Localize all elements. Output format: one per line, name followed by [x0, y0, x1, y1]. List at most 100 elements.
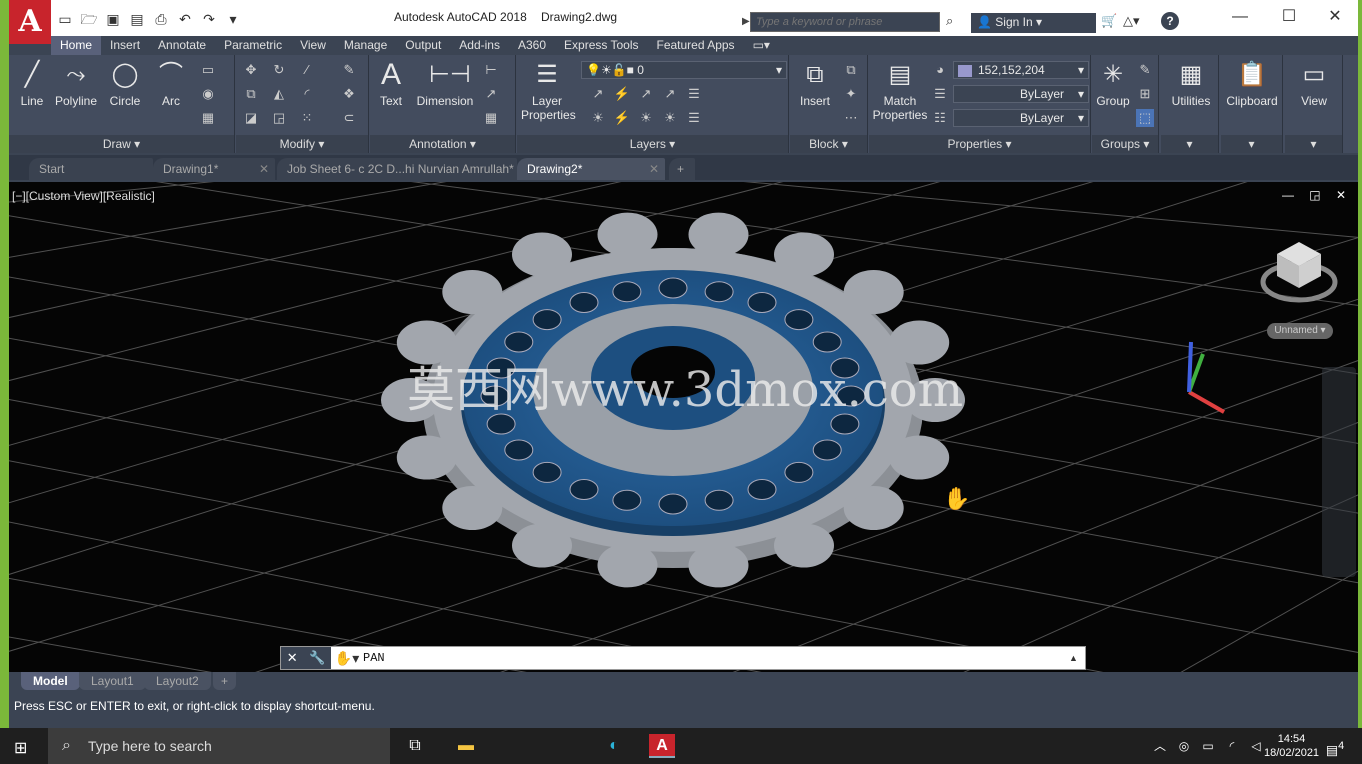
tab-view[interactable]: View: [291, 36, 335, 55]
navigation-bar[interactable]: [1322, 367, 1356, 577]
attribute-icon[interactable]: ⋯: [842, 109, 860, 127]
layers-panel-title[interactable]: Layers ▾: [517, 135, 788, 153]
utilities-panel-expander[interactable]: ▾: [1161, 135, 1218, 153]
viewport-window-controls[interactable]: — ◲ ✕: [1282, 188, 1352, 202]
add-layout-button[interactable]: +: [213, 672, 237, 690]
match-properties-button[interactable]: ▤ Match Properties: [871, 59, 929, 122]
layer-tool-icon[interactable]: ↗: [637, 85, 655, 103]
edge-browser-icon[interactable]: ◐: [601, 734, 627, 758]
sign-in-button[interactable]: 👤 Sign In ▾: [971, 13, 1096, 33]
arc-button[interactable]: ⌒ Arc: [153, 59, 189, 108]
help-icon[interactable]: ?: [1161, 12, 1179, 30]
array-icon[interactable]: ⁙: [298, 109, 316, 127]
group-selection-icon[interactable]: ⬚: [1136, 109, 1154, 127]
close-icon[interactable]: ✕: [259, 158, 269, 180]
polyline-button[interactable]: ⤳ Polyline: [53, 59, 99, 108]
layer-tool-icon[interactable]: ☀: [637, 109, 655, 127]
offset-icon[interactable]: ⊂: [340, 109, 358, 127]
edit-block-icon[interactable]: ✦: [842, 85, 860, 103]
drawing-viewport[interactable]: [−][Custom View][Realistic] — ◲ ✕ 莫西网www…: [9, 182, 1358, 672]
layer-tool-icon[interactable]: ↗: [589, 85, 607, 103]
maximize-icon[interactable]: ☐: [1274, 6, 1304, 28]
layer-tool-icon[interactable]: ☰: [685, 85, 703, 103]
dimension-button[interactable]: ⊢⊣ Dimension: [414, 59, 476, 108]
application-menu-button[interactable]: A: [9, 0, 51, 44]
new-file-icon[interactable]: ▭: [55, 9, 75, 29]
tab-output[interactable]: Output: [396, 36, 450, 55]
tab-add-ins[interactable]: Add-ins: [450, 36, 509, 55]
show-hidden-icons-icon[interactable]: ︿: [1147, 734, 1173, 758]
hatch-icon[interactable]: ◉: [199, 85, 217, 103]
view-panel-expander[interactable]: ▾: [1285, 135, 1342, 153]
viewport-controls-label[interactable]: [−][Custom View][Realistic]: [12, 189, 155, 203]
viewcube[interactable]: [1259, 232, 1339, 312]
task-view-icon[interactable]: ⧉: [402, 734, 428, 758]
file-explorer-icon[interactable]: ▬: [453, 734, 479, 758]
ribbon-options-icon[interactable]: ▭▾: [744, 36, 779, 55]
taskbar-search[interactable]: ⌕ Type here to search: [48, 728, 390, 764]
ucs-menu[interactable]: Unnamed ▾: [1267, 323, 1333, 339]
a360-icon[interactable]: △▾: [1123, 13, 1140, 29]
command-input[interactable]: PAN: [363, 651, 1069, 665]
annotation-panel-title[interactable]: Annotation ▾: [370, 135, 515, 153]
search-expand-icon[interactable]: ▶: [742, 16, 750, 27]
save-icon[interactable]: ▣: [103, 9, 123, 29]
customize-qat-icon[interactable]: ▾: [223, 9, 243, 29]
text-button[interactable]: A Text: [374, 59, 408, 109]
layer-dropdown[interactable]: 💡☀🔓■ 0 ▾: [581, 61, 787, 79]
cart-icon[interactable]: 🛒: [1101, 13, 1117, 29]
print-icon[interactable]: ⎙: [151, 9, 171, 29]
lineweight-dropdown[interactable]: ByLayer ▾: [953, 85, 1089, 103]
redo-icon[interactable]: ↷: [199, 9, 219, 29]
rotate-icon[interactable]: ↻: [270, 61, 288, 79]
tab-model[interactable]: Model: [21, 672, 80, 690]
layer-tool-icon[interactable]: ☀: [661, 109, 679, 127]
group-button[interactable]: ✳ Group: [1094, 59, 1132, 108]
leader-icon[interactable]: ↗: [482, 85, 500, 103]
trim-icon[interactable]: ⁄: [298, 61, 316, 79]
move-icon[interactable]: ✥: [242, 61, 260, 79]
wrench-icon[interactable]: 🔧: [309, 650, 325, 666]
layer-properties-button[interactable]: ☰ Layer Properties: [521, 59, 576, 122]
wifi-icon[interactable]: ◜: [1219, 734, 1245, 758]
explode-icon[interactable]: ❖: [340, 85, 358, 103]
rectangle-icon[interactable]: ▭: [199, 61, 217, 79]
tab-insert[interactable]: Insert: [101, 36, 149, 55]
fillet-icon[interactable]: ◜: [298, 85, 316, 103]
autocad-taskbar-icon[interactable]: A: [649, 734, 675, 758]
windows-start-icon[interactable]: ⊞: [14, 738, 27, 758]
stretch-icon[interactable]: ◪: [242, 109, 260, 127]
tab-manage[interactable]: Manage: [335, 36, 396, 55]
clipboard-button[interactable]: 📋 Clipboard: [1223, 59, 1281, 108]
color-dropdown[interactable]: 152,152,204 ▾: [953, 61, 1089, 79]
line-button[interactable]: ╱ Line: [15, 59, 49, 108]
modify-panel-title[interactable]: Modify ▾: [236, 135, 368, 153]
close-icon[interactable]: ✕: [649, 158, 659, 180]
tab-featured-apps[interactable]: Featured Apps: [648, 36, 744, 55]
linear-dim-icon[interactable]: ⊢: [482, 61, 500, 79]
tab-home[interactable]: Home: [51, 36, 102, 55]
scale-icon[interactable]: ◲: [270, 109, 288, 127]
tab-layout2[interactable]: Layout2: [144, 672, 211, 690]
tab-layout1[interactable]: Layout1: [79, 672, 146, 690]
notifications-icon[interactable]: ▤4: [1322, 734, 1348, 758]
close-icon[interactable]: ✕: [1320, 6, 1350, 28]
ungroup-icon[interactable]: ✎: [1136, 61, 1154, 79]
close-icon[interactable]: ✕: [287, 650, 298, 666]
erase-icon[interactable]: ✎: [340, 61, 358, 79]
draw-panel-title[interactable]: Draw ▾: [9, 135, 234, 153]
boundary-icon[interactable]: ▦: [199, 109, 217, 127]
file-tab-start[interactable]: Start: [29, 158, 153, 180]
save-as-icon[interactable]: ▤: [127, 9, 147, 29]
command-history-icon[interactable]: ▲: [1069, 653, 1085, 663]
file-tab-drawing1[interactable]: Drawing1* ✕: [153, 158, 275, 180]
layer-tool-icon[interactable]: ↗: [661, 85, 679, 103]
groups-panel-title[interactable]: Groups ▾: [1092, 135, 1158, 153]
table-icon[interactable]: ▦: [482, 109, 500, 127]
block-panel-title[interactable]: Block ▾: [790, 135, 867, 153]
tab-express-tools[interactable]: Express Tools: [555, 36, 647, 55]
open-folder-icon[interactable]: 🗁: [79, 9, 99, 29]
meet-now-icon[interactable]: ◎: [1171, 734, 1197, 758]
new-tab-button[interactable]: +: [669, 158, 695, 180]
group-edit-icon[interactable]: ⊞: [1136, 85, 1154, 103]
